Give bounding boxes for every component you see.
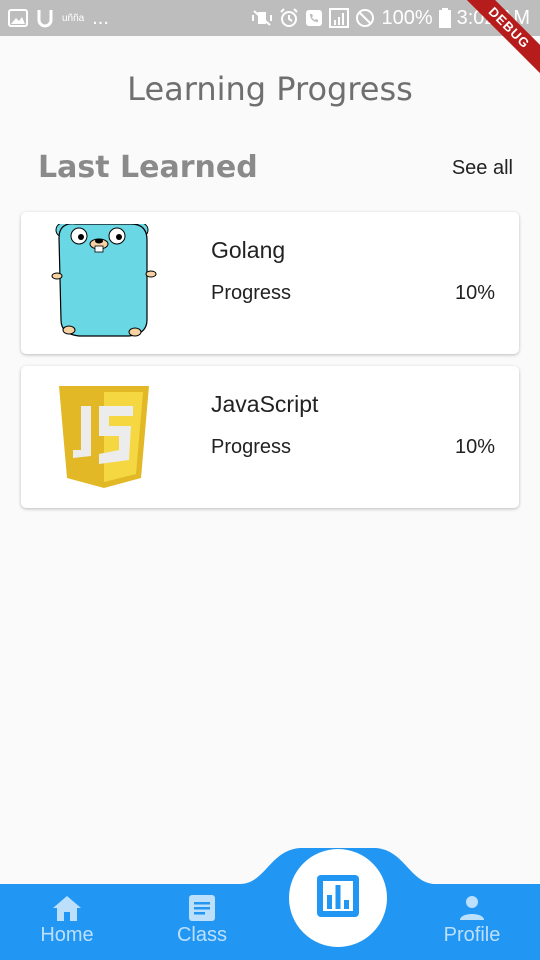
mute-vibrate-icon: [251, 8, 273, 28]
status-bar: uñña ... 100% 3:02 AM: [0, 0, 540, 36]
alarm-icon: [279, 8, 299, 28]
nav-home-label: Home: [40, 924, 94, 946]
course-card-javascript[interactable]: JavaScript Progress 10%: [21, 366, 519, 508]
gopher-icon: [51, 222, 161, 342]
progress-value: 10%: [454, 282, 495, 304]
nav-class[interactable]: Class: [147, 894, 257, 947]
progress-value: 10%: [454, 436, 495, 458]
u-app-icon: [36, 8, 54, 28]
phone-icon: [305, 9, 323, 27]
javascript-logo-icon: [51, 378, 161, 496]
course-title: JavaScript: [211, 391, 319, 417]
battery-icon: [438, 8, 451, 28]
course-title: Golang: [211, 237, 286, 263]
progress-label: Progress: [211, 282, 292, 304]
section-title: Last Learned: [38, 150, 258, 185]
nav-profile-label: Profile: [443, 924, 501, 946]
person-icon: [417, 894, 527, 922]
do-not-disturb-icon: [355, 8, 375, 28]
home-icon: [12, 894, 122, 922]
course-card-golang[interactable]: Golang Progress 10%: [21, 212, 519, 354]
battery-percent: 100%: [381, 7, 433, 29]
progress-label: Progress: [211, 436, 292, 458]
bar-chart-icon: [315, 873, 361, 924]
nav-home[interactable]: Home: [12, 894, 122, 947]
image-notification-icon: [8, 9, 28, 27]
carrier-text: uñña: [62, 12, 85, 24]
more-notifications: ...: [92, 7, 109, 29]
status-left: uñña ...: [8, 6, 109, 30]
see-all-link[interactable]: See all: [452, 157, 513, 180]
signal-icon: [329, 8, 350, 28]
page-title: Learning Progress: [127, 70, 413, 108]
document-icon: [147, 894, 257, 922]
nav-class-label: Class: [176, 924, 227, 946]
nav-profile[interactable]: Profile: [417, 894, 527, 947]
progress-fab-button[interactable]: [289, 849, 387, 947]
